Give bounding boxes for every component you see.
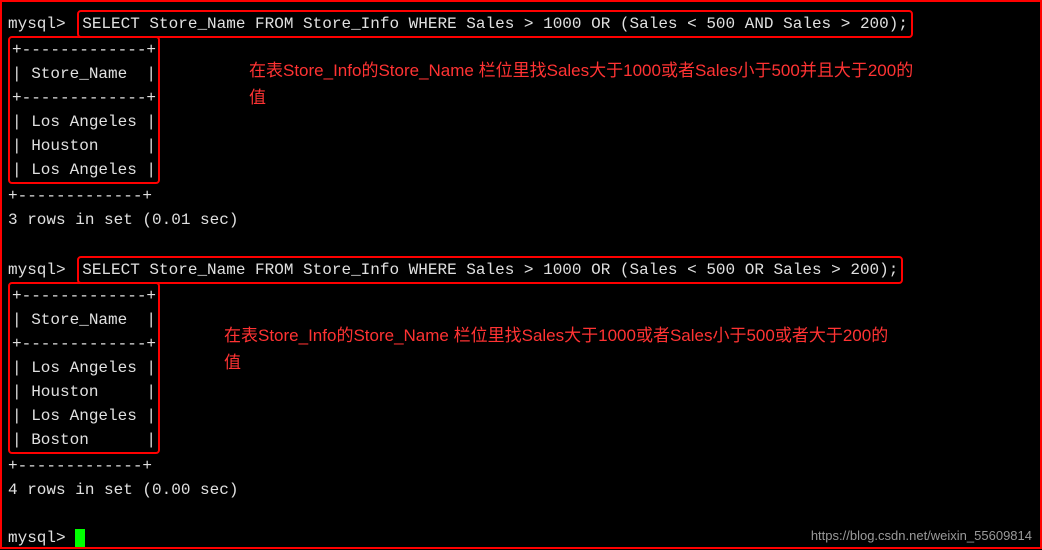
- mysql-prompt: mysql>: [8, 529, 66, 547]
- blank-line: [8, 502, 1034, 526]
- table-row: | Los Angeles |: [12, 404, 156, 428]
- cursor-icon: [75, 529, 85, 547]
- mysql-prompt: mysql>: [8, 261, 66, 279]
- table-row: | Houston |: [12, 380, 156, 404]
- watermark-text: https://blog.csdn.net/weixin_55609814: [811, 528, 1032, 543]
- table-border: +-------------+: [12, 284, 156, 308]
- blank-line: [8, 232, 1034, 256]
- table-header-row: | Store_Name |: [12, 62, 156, 86]
- column-header: Store_Name: [31, 65, 127, 83]
- result-table-2: +-------------+ | Store_Name | +--------…: [8, 282, 160, 454]
- table-border: +-------------+: [8, 454, 1034, 478]
- sql-query-1: SELECT Store_Name FROM Store_Info WHERE …: [77, 10, 913, 38]
- table-border: +-------------+: [8, 184, 1034, 208]
- result-table-1: +-------------+ | Store_Name | +--------…: [8, 36, 160, 184]
- table-header-row: | Store_Name |: [12, 308, 156, 332]
- table-row: | Los Angeles |: [12, 356, 156, 380]
- result-status-1: 3 rows in set (0.01 sec): [8, 208, 1034, 232]
- table-border: +-------------+: [12, 38, 156, 62]
- column-header: Store_Name: [31, 311, 127, 329]
- table-row: | Los Angeles |: [12, 110, 156, 134]
- table-border: +-------------+: [12, 86, 156, 110]
- table-border: +-------------+: [12, 332, 156, 356]
- query-line-2: mysql> SELECT Store_Name FROM Store_Info…: [8, 256, 1034, 284]
- query-line-1: mysql> SELECT Store_Name FROM Store_Info…: [8, 10, 1034, 38]
- table-row: | Los Angeles |: [12, 158, 156, 182]
- table-row: | Boston |: [12, 428, 156, 452]
- table-row: | Houston |: [12, 134, 156, 158]
- annotation-1: 在表Store_Info的Store_Name 栏位里找Sales大于1000或…: [249, 57, 929, 111]
- result-status-2: 4 rows in set (0.00 sec): [8, 478, 1034, 502]
- mysql-prompt: mysql>: [8, 15, 66, 33]
- sql-query-2: SELECT Store_Name FROM Store_Info WHERE …: [77, 256, 903, 284]
- annotation-2: 在表Store_Info的Store_Name 栏位里找Sales大于1000或…: [224, 322, 904, 376]
